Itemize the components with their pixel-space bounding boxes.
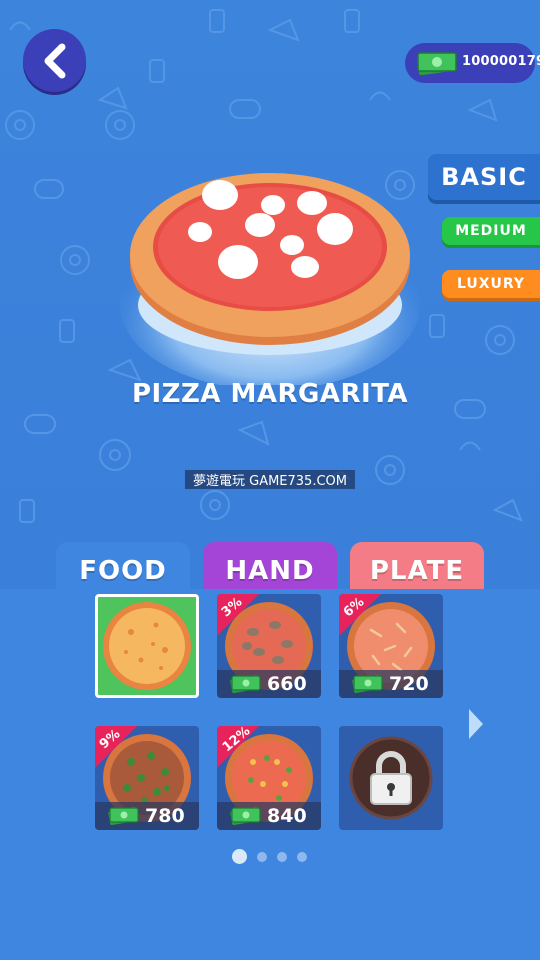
cheese-pizza-icon [103, 602, 191, 690]
tab-plate[interactable]: PLATE [350, 542, 484, 590]
tier-basic-button[interactable]: BASIC [428, 154, 540, 200]
cash-icon [108, 806, 139, 826]
cash-icon [352, 674, 383, 694]
page-dot[interactable] [257, 851, 267, 862]
item-price: 780 [145, 805, 185, 827]
pizza-item-mushroom[interactable]: 3% 660 [217, 594, 321, 698]
tier-medium-button[interactable]: MEDIUM [442, 217, 540, 245]
tab-hand[interactable]: HAND [203, 542, 337, 590]
page-dot[interactable] [297, 851, 307, 862]
page-dot[interactable] [277, 851, 287, 862]
page-dot[interactable] [232, 849, 247, 864]
price-bar: 780 [95, 802, 199, 830]
cash-icon [230, 674, 261, 694]
item-price: 720 [389, 673, 429, 695]
currency-display: 100000179 [405, 43, 540, 83]
chevron-right-icon[interactable] [466, 707, 486, 741]
pizza-margarita-preview [120, 173, 420, 385]
item-price: 660 [267, 673, 307, 695]
price-bar: 660 [217, 670, 321, 698]
pizza-item-cheese[interactable] [95, 594, 199, 698]
pizza-name-title: PIZZA MARGARITA [131, 379, 409, 409]
lock-icon [349, 736, 433, 820]
cash-icon [230, 806, 261, 826]
chevron-left-icon [44, 43, 65, 78]
item-price: 840 [267, 805, 307, 827]
tab-food[interactable]: FOOD [56, 542, 190, 590]
pizza-item-veggie[interactable]: 9% 780 [95, 726, 199, 830]
watermark: 夢遊電玩 GAME735.COM [185, 470, 355, 489]
preview-area: 100000179 BASIC MEDIUM LUXURY PIZZA MARG… [0, 0, 540, 590]
locked-item[interactable] [339, 726, 443, 830]
pizza-item-seafood[interactable]: 6% 720 [339, 594, 443, 698]
price-bar: 720 [339, 670, 443, 698]
pizza-item-supreme[interactable]: 12% 840 [217, 726, 321, 830]
price-bar: 840 [217, 802, 321, 830]
pagination-dots [232, 849, 307, 864]
currency-amount: 100000179 [462, 54, 540, 69]
cash-icon [417, 52, 457, 75]
back-button[interactable] [23, 29, 86, 92]
tier-luxury-button[interactable]: LUXURY [442, 270, 540, 298]
